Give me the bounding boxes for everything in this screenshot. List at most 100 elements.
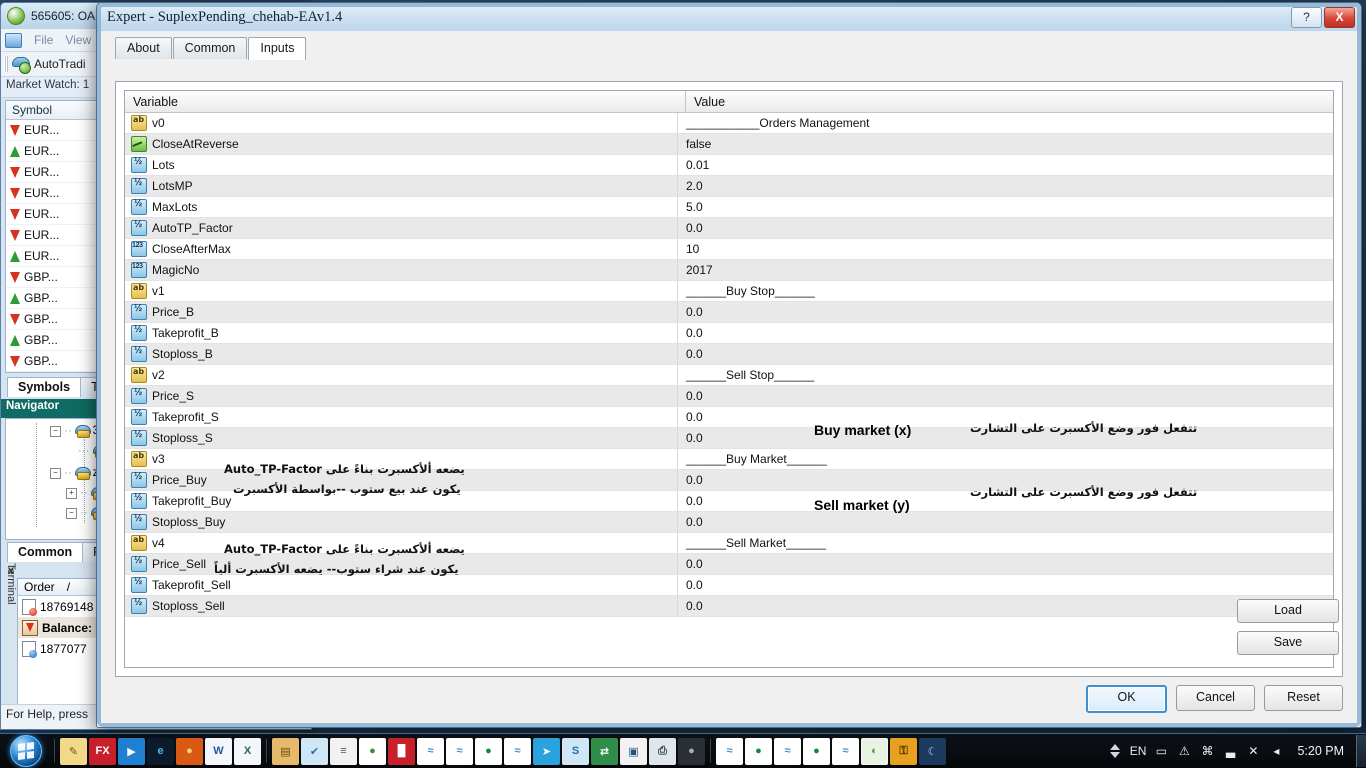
value-cell[interactable]: 0.0 [677, 554, 1333, 574]
variable-cell[interactable]: Stoploss_Sell [125, 596, 677, 616]
variable-cell[interactable]: Stoploss_S [125, 428, 677, 448]
value-cell[interactable]: 0.0 [677, 512, 1333, 532]
pdf-reader-icon[interactable]: █ [388, 737, 415, 765]
variable-cell[interactable]: CloseAtReverse [125, 134, 677, 154]
metatrader-active-icon[interactable]: ◐ [861, 737, 888, 765]
variable-cell[interactable]: Stoploss_B [125, 344, 677, 364]
reset-button[interactable]: Reset [1264, 685, 1343, 711]
table-row[interactable]: Price_B 0.0 [125, 302, 1333, 323]
skype-icon[interactable]: S [562, 737, 589, 765]
dialog-side-buttons[interactable]: Load Save [1237, 599, 1339, 663]
tab-symbols[interactable]: Symbols [7, 377, 82, 397]
lock-icon[interactable]: ⚿ [890, 737, 917, 765]
table-row[interactable]: Takeprofit_Sell 0.0 [125, 575, 1333, 596]
inputs-grid[interactable]: Variable Value v0 ___________Orders Manag… [124, 90, 1334, 668]
value-cell[interactable]: 2017 [677, 260, 1333, 280]
value-cell[interactable]: ______Sell Market______ [677, 533, 1333, 553]
variable-cell[interactable]: Lots [125, 155, 677, 175]
table-row[interactable]: CloseAfterMax 10 [125, 239, 1333, 260]
taskbar-clock[interactable]: 5:20 PM [1291, 744, 1350, 758]
variable-cell[interactable]: v0 [125, 113, 677, 133]
variable-cell[interactable]: Stoploss_Buy [125, 512, 677, 532]
oanda-icon-3[interactable]: ● [803, 737, 830, 765]
mt4-terminal-icon-6[interactable]: ≈ [832, 737, 859, 765]
table-row[interactable]: LotsMP 2.0 [125, 176, 1333, 197]
firefox-icon[interactable]: ● [176, 737, 203, 765]
load-button[interactable]: Load [1237, 599, 1339, 623]
value-cell[interactable]: 0.01 [677, 155, 1333, 175]
tab-common[interactable]: Common [172, 37, 248, 59]
language-indicator[interactable]: EN [1130, 744, 1147, 758]
device-icon[interactable]: ⌘ [1198, 743, 1216, 759]
mt4-terminal-icon-2[interactable]: ≈ [446, 737, 473, 765]
mt5-icon[interactable]: ⇄ [591, 737, 618, 765]
table-row[interactable]: Takeprofit_B 0.0 [125, 323, 1333, 344]
value-cell[interactable]: 2.0 [677, 176, 1333, 196]
menu-item-file[interactable]: File [34, 33, 53, 47]
variable-cell[interactable]: AutoTP_Factor [125, 218, 677, 238]
value-cell[interactable]: 0.0 [677, 386, 1333, 406]
mt4-terminal-icon-5[interactable]: ≈ [774, 737, 801, 765]
value-cell[interactable]: false [677, 134, 1333, 154]
variable-cell[interactable]: CloseAfterMax [125, 239, 677, 259]
network-error-icon[interactable]: ✕ [1244, 743, 1262, 759]
menu-item-view[interactable]: View [65, 33, 91, 47]
help-button[interactable]: ? [1291, 6, 1322, 28]
tray-expand-icon[interactable] [1109, 744, 1120, 758]
network-monitor-icon[interactable]: ▭ [1152, 743, 1170, 759]
word-icon[interactable]: W [205, 737, 232, 765]
table-row[interactable]: Stoploss_B 0.0 [125, 344, 1333, 365]
table-row[interactable]: v2 ______Sell Stop______ [125, 365, 1333, 386]
telegram-icon[interactable]: ➤ [533, 737, 560, 765]
collapse-icon[interactable]: − [50, 467, 61, 479]
table-row[interactable]: v1 ______Buy Stop______ [125, 281, 1333, 302]
value-cell[interactable]: ______Sell Stop______ [677, 365, 1333, 385]
table-row[interactable]: Stoploss_Buy 0.0 [125, 512, 1333, 533]
value-cell[interactable]: 0.0 [677, 218, 1333, 238]
value-cell[interactable]: 10 [677, 239, 1333, 259]
table-row[interactable]: Lots 0.01 [125, 155, 1333, 176]
fxpro-app-icon[interactable]: FX [89, 737, 116, 765]
close-button[interactable]: X [1324, 6, 1355, 28]
start-button[interactable] [2, 735, 50, 767]
save-button[interactable]: Save [1237, 631, 1339, 655]
internet-explorer-icon[interactable]: e [147, 737, 174, 765]
value-cell[interactable]: ___________Orders Management [677, 113, 1333, 133]
oanda-icon-1[interactable]: ● [475, 737, 502, 765]
mt4-terminal-icon-1[interactable]: ≈ [417, 737, 444, 765]
table-row[interactable]: MagicNo 2017 [125, 260, 1333, 281]
dialog-footer-buttons[interactable]: OK Cancel Reset [1086, 685, 1343, 713]
variable-cell[interactable]: v1 [125, 281, 677, 301]
variable-cell[interactable]: Price_B [125, 302, 677, 322]
value-cell[interactable]: ______Buy Market______ [677, 449, 1333, 469]
table-row[interactable]: Stoploss_Sell 0.0 [125, 596, 1333, 617]
tab-inputs[interactable]: Inputs [248, 37, 307, 60]
expert-properties-dialog[interactable]: Expert - SuplexPending_chehab-EAv1.4 ? X… [96, 2, 1362, 728]
media-player-icon[interactable]: ▶ [118, 737, 145, 765]
variable-cell[interactable]: Price_S [125, 386, 677, 406]
ok-button[interactable]: OK [1086, 685, 1167, 713]
expand-icon[interactable]: + [66, 487, 77, 499]
value-cell[interactable]: 0.0 [677, 344, 1333, 364]
table-row[interactable]: Price_S 0.0 [125, 386, 1333, 407]
variable-cell[interactable]: MaxLots [125, 197, 677, 217]
table-row[interactable]: AutoTP_Factor 0.0 [125, 218, 1333, 239]
column-header-sort[interactable]: / [61, 579, 76, 595]
signal-icon[interactable]: ▃ [1221, 743, 1239, 759]
value-cell[interactable]: 0.0 [677, 323, 1333, 343]
value-cell[interactable]: 5.0 [677, 197, 1333, 217]
tab-about[interactable]: About [115, 37, 172, 59]
column-header-variable[interactable]: Variable [125, 91, 686, 112]
variable-cell[interactable]: Takeprofit_S [125, 407, 677, 427]
table-row[interactable]: CloseAtReverse false [125, 134, 1333, 155]
system-tray[interactable]: EN ▭ ⚠ ⌘ ▃ ✕ ◂ 5:20 PM [1109, 743, 1356, 759]
autotrading-button-label[interactable]: AutoTradi [34, 57, 86, 71]
collapse-icon[interactable]: − [50, 425, 61, 437]
windows-taskbar[interactable]: ✎ FX ▶ e ● W X ▤ ✔ ≡ ● █ ≈ ≈ ● ≈ ➤ S ⇄ ▣ ⎙ ● ≈ ● ≈ ● ≈ ◐ ⚿ ☾ EN ▭ ⚠ ⌘ ▃ ✕… [0, 733, 1366, 768]
explorer-icon[interactable]: ▤ [272, 737, 299, 765]
column-header-value[interactable]: Value [686, 91, 1333, 112]
warning-icon[interactable]: ⚠ [1175, 743, 1193, 759]
table-row[interactable]: MaxLots 5.0 [125, 197, 1333, 218]
tab-common[interactable]: Common [7, 542, 84, 562]
variable-cell[interactable]: LotsMP [125, 176, 677, 196]
